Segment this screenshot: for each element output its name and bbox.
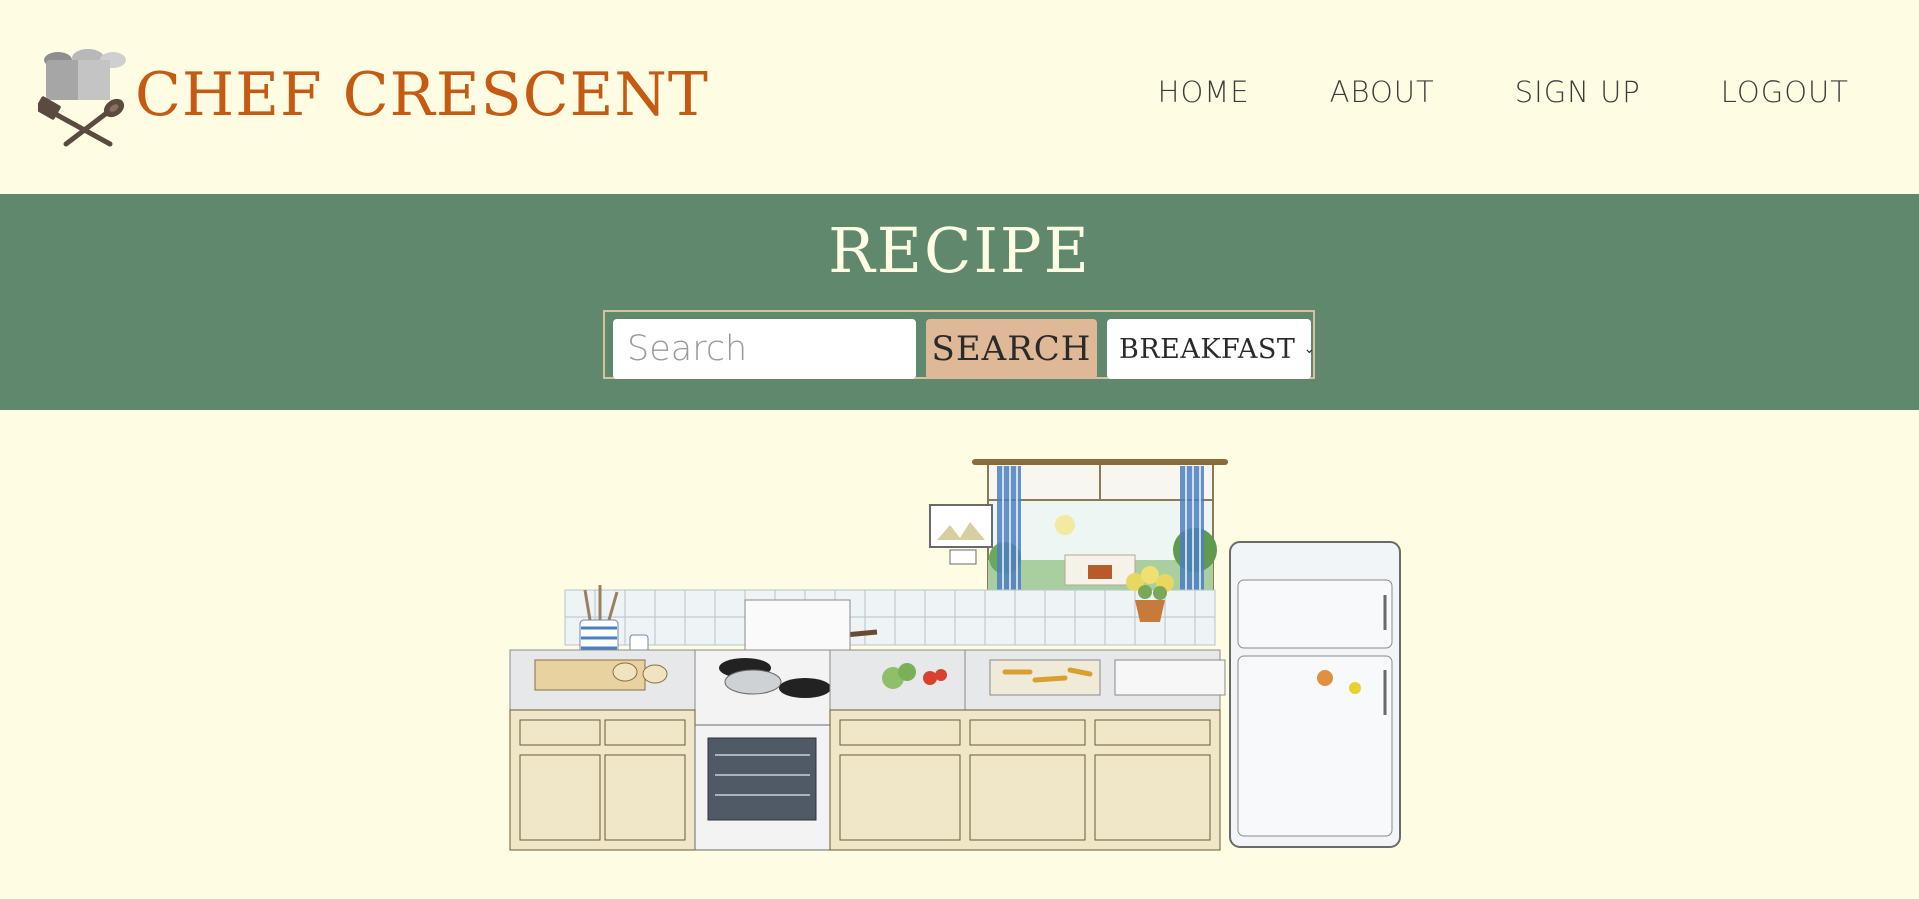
nav-signup[interactable]: SIGN UP [1515, 75, 1641, 109]
category-selected-value: BREAKFAST [1119, 333, 1296, 365]
page-title: RECIPE [828, 214, 1091, 287]
nav-logout[interactable]: LOGOUT [1721, 75, 1849, 109]
search-form: SEARCH BREAKFAST ⌄ [603, 310, 1315, 379]
chevron-down-icon: ⌄ [1303, 341, 1316, 357]
recipe-band: RECIPE SEARCH BREAKFAST ⌄ [0, 194, 1919, 410]
chef-hat-utensils-icon[interactable] [38, 48, 138, 148]
search-button[interactable]: SEARCH [926, 319, 1097, 379]
category-select[interactable]: BREAKFAST ⌄ [1107, 319, 1315, 379]
cabinets [509, 709, 1221, 851]
site-header: CHEF CRESCENT HOME ABOUT SIGN UP LOGOUT [0, 0, 1919, 194]
brand-title[interactable]: CHEF CRESCENT [135, 60, 709, 130]
refrigerator [1229, 541, 1401, 848]
search-input[interactable] [613, 319, 916, 379]
kitchen-illustration [509, 459, 1401, 851]
backsplash [564, 589, 1216, 646]
main-nav: HOME ABOUT SIGN UP LOGOUT [1158, 75, 1849, 109]
nav-home[interactable]: HOME [1158, 75, 1250, 109]
wall-picture [929, 504, 993, 565]
nav-about[interactable]: ABOUT [1330, 75, 1435, 109]
